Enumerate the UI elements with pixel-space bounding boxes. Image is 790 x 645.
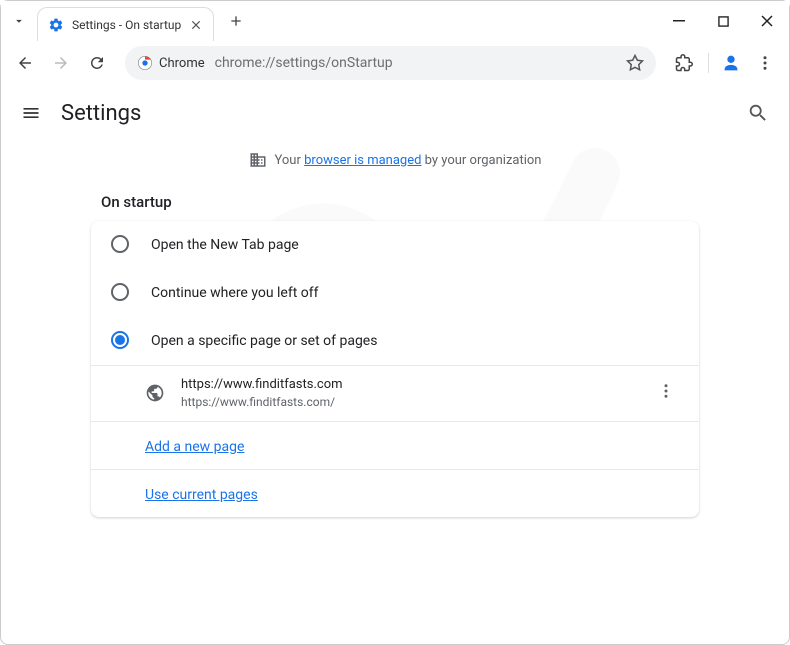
add-page-row: Add a new page <box>91 421 699 469</box>
site-chip[interactable]: Chrome <box>137 55 205 71</box>
forward-button[interactable] <box>45 47 77 79</box>
page-title: Settings <box>61 101 727 126</box>
tab-title: Settings - On startup <box>72 18 181 32</box>
menu-icon[interactable] <box>21 103 41 123</box>
close-window-button[interactable] <box>745 1 789 41</box>
managed-link[interactable]: browser is managed <box>304 153 421 168</box>
startup-page-row: https://www.finditfasts.com https://www.… <box>91 365 699 421</box>
close-tab-icon[interactable] <box>189 18 203 32</box>
maximize-button[interactable] <box>701 1 745 41</box>
more-actions-button[interactable] <box>653 378 679 408</box>
page-url: https://www.finditfasts.com/ <box>181 394 637 411</box>
use-current-link[interactable]: Use current pages <box>145 487 258 503</box>
section-title: On startup <box>61 179 729 221</box>
minimize-button[interactable] <box>657 1 701 41</box>
managed-prefix: Your <box>275 153 305 168</box>
add-page-link[interactable]: Add a new page <box>145 439 244 455</box>
reload-button[interactable] <box>81 47 113 79</box>
radio-checked-icon <box>111 331 129 349</box>
option-new-tab[interactable]: Open the New Tab page <box>91 221 699 269</box>
radio-unchecked-icon <box>111 235 129 253</box>
option-continue[interactable]: Continue where you left off <box>91 269 699 317</box>
startup-card: Open the New Tab page Continue where you… <box>91 221 699 517</box>
globe-icon <box>145 383 165 403</box>
option-specific-pages[interactable]: Open a specific page or set of pages <box>91 317 699 365</box>
extensions-button[interactable] <box>668 47 700 79</box>
managed-suffix: by your organization <box>421 153 541 168</box>
url-input[interactable] <box>215 55 616 71</box>
browser-tab[interactable]: Settings - On startup <box>37 7 214 41</box>
radio-unchecked-icon <box>111 283 129 301</box>
settings-gear-icon <box>48 17 64 33</box>
back-button[interactable] <box>9 47 41 79</box>
page-title: https://www.finditfasts.com <box>181 376 637 394</box>
building-icon <box>249 151 267 169</box>
use-current-row: Use current pages <box>91 469 699 517</box>
new-tab-button[interactable] <box>222 7 250 35</box>
site-chip-label: Chrome <box>159 56 205 71</box>
bookmark-star-icon[interactable] <box>626 54 644 72</box>
managed-banner: Your browser is managed by your organiza… <box>1 141 789 179</box>
menu-button[interactable] <box>749 47 781 79</box>
chrome-icon <box>137 55 153 71</box>
search-icon[interactable] <box>747 102 769 124</box>
option-label: Open a specific page or set of pages <box>151 333 377 349</box>
tab-search-button[interactable] <box>1 14 37 28</box>
option-label: Continue where you left off <box>151 285 319 301</box>
address-bar[interactable]: Chrome <box>125 46 656 80</box>
profile-button[interactable] <box>717 49 745 77</box>
option-label: Open the New Tab page <box>151 237 299 253</box>
